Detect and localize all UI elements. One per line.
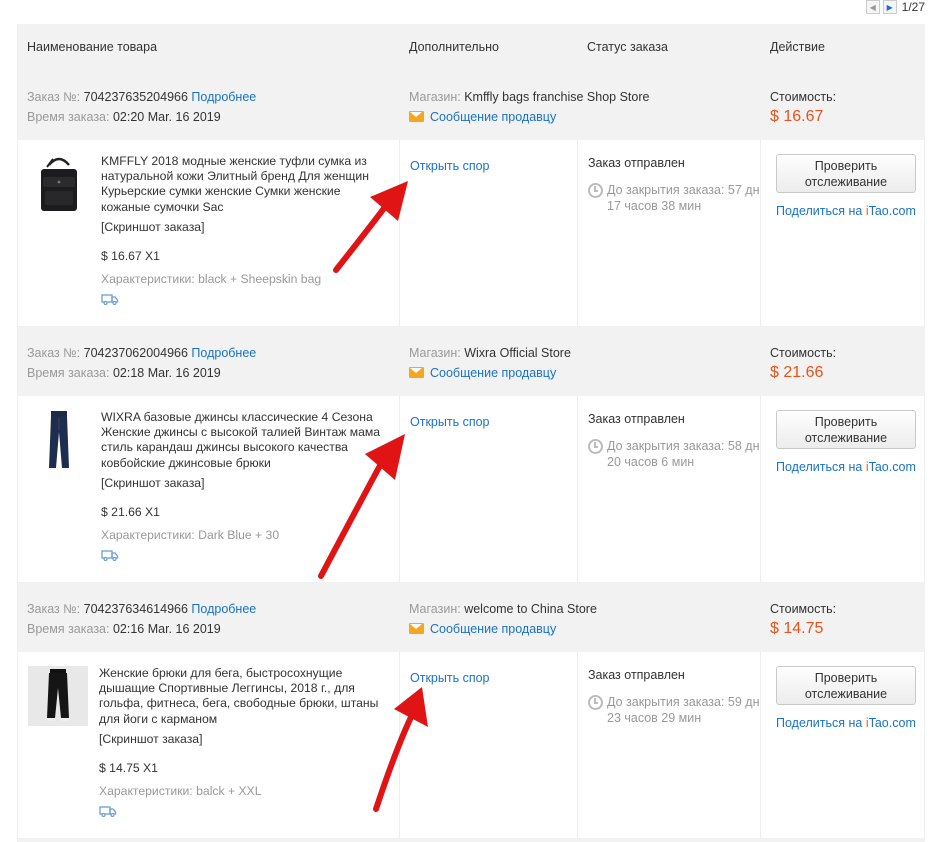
details-link[interactable]: Подробнее — [191, 602, 256, 616]
details-link[interactable]: Подробнее — [191, 90, 256, 104]
check-tracking-button[interactable]: Проверить отслеживание — [776, 154, 916, 193]
order-number: 704237634614966 — [83, 602, 188, 616]
screenshot-link[interactable]: [Скриншот заказа] — [101, 220, 386, 235]
order-time-label: Время заказа: — [27, 110, 110, 124]
store-label: Магазин: — [409, 346, 461, 360]
truck-icon — [101, 550, 119, 562]
order-header: Заказ №: 704237062004966 Подробнее Время… — [17, 326, 925, 396]
store-name: Wixra Official Store — [464, 346, 571, 360]
order-cost: $ 14.75 — [770, 620, 824, 637]
order-status: Заказ отправлен — [588, 156, 685, 170]
pagination: ◀ ▶ 1/27 — [865, 0, 925, 14]
track-line-1: Проверить — [814, 158, 878, 173]
column-status: Статус заказа — [587, 40, 668, 54]
product-image[interactable] — [28, 410, 90, 472]
product-chars: balck + XXL — [196, 784, 262, 799]
chars-label: Характеристики: — [101, 272, 195, 287]
track-line-2: отслеживание — [804, 174, 888, 189]
truck-icon — [101, 294, 119, 306]
order-time: 02:16 Mar. 16 2019 — [112, 622, 221, 636]
close-timer: До закрытия заказа: 58 дн 20 часов 6 мин — [607, 439, 760, 469]
chevron-right-icon[interactable]: ▶ — [882, 0, 897, 14]
order-body: WIXRA базовые джинсы классические 4 Сезо… — [17, 396, 925, 582]
order-number-label: Заказ №: — [27, 90, 81, 104]
order-cost: $ 16.67 — [770, 108, 824, 125]
cost-label: Стоимость: — [770, 602, 837, 616]
column-extra: Дополнительно — [409, 40, 499, 54]
close-timer: До закрытия заказа: 57 дн 17 часов 38 ми… — [607, 183, 760, 213]
product-image[interactable] — [28, 666, 88, 726]
screenshot-link[interactable]: [Скриншот заказа] — [99, 732, 384, 747]
store-name: Kmffly bags franchise Shop Store — [464, 90, 650, 104]
order-number: 704237062004966 — [83, 346, 188, 360]
order-card: Заказ №: 704237635204966 Подробнее Время… — [17, 70, 925, 326]
truck-icon — [99, 806, 117, 818]
product-qty: $ 16.67 X1 — [101, 249, 160, 264]
envelope-icon — [409, 367, 424, 378]
store-label: Магазин: — [409, 602, 461, 616]
product-qty: $ 21.66 X1 — [101, 505, 160, 520]
order-status: Заказ отправлен — [588, 412, 685, 426]
store-label: Магазин: — [409, 90, 461, 104]
store-name: welcome to China Store — [464, 602, 597, 616]
order-time: 02:18 Mar. 16 2019 — [112, 366, 221, 380]
product-title[interactable]: KMFFLY 2018 модные женские туфли сумка и… — [101, 154, 386, 215]
clock-icon — [588, 439, 603, 454]
order-body: KMFFLY 2018 модные женские туфли сумка и… — [17, 140, 925, 326]
clock-icon — [588, 183, 603, 198]
check-tracking-button[interactable]: Проверить отслеживание — [776, 666, 916, 705]
share-itao-link[interactable]: Поделиться на iTao.com — [776, 204, 924, 218]
chars-label: Характеристики: — [101, 528, 195, 543]
column-action: Действие — [770, 40, 825, 54]
order-status: Заказ отправлен — [588, 668, 685, 682]
screenshot-link[interactable]: [Скриншот заказа] — [101, 476, 386, 491]
envelope-icon — [409, 623, 424, 634]
order-time-label: Время заказа: — [27, 622, 110, 636]
product-qty: $ 14.75 X1 — [99, 761, 158, 776]
details-link[interactable]: Подробнее — [191, 346, 256, 360]
check-tracking-button[interactable]: Проверить отслеживание — [776, 410, 916, 449]
product-chars: Dark Blue + 30 — [198, 528, 280, 543]
cost-label: Стоимость: — [770, 346, 837, 360]
product-image[interactable] — [28, 154, 90, 216]
clock-icon — [588, 695, 603, 710]
track-line-1: Проверить — [814, 670, 878, 685]
track-line-2: отслеживание — [804, 686, 888, 701]
product-chars: black + Sheepskin bag — [198, 272, 322, 287]
order-card: Заказ №: 704237062004966 Подробнее Время… — [17, 326, 925, 582]
chevron-left-icon[interactable]: ◀ — [865, 0, 880, 14]
close-timer: До закрытия заказа: 59 дн 23 часов 29 ми… — [607, 695, 760, 725]
open-dispute-link[interactable]: Открыть спор — [410, 415, 490, 429]
next-order-strip — [17, 838, 925, 842]
order-time-label: Время заказа: — [27, 366, 110, 380]
orders-table: Наименование товара Дополнительно Статус… — [17, 24, 925, 842]
order-cost: $ 21.66 — [770, 364, 824, 381]
column-product: Наименование товара — [27, 40, 158, 54]
page-indicator: 1/27 — [901, 0, 925, 14]
open-dispute-link[interactable]: Открыть спор — [410, 159, 490, 173]
chars-label: Характеристики: — [99, 784, 193, 799]
cost-label: Стоимость: — [770, 90, 837, 104]
track-line-2: отслеживание — [804, 430, 888, 445]
track-line-1: Проверить — [814, 414, 878, 429]
order-card: Заказ №: 704237634614966 Подробнее Время… — [17, 582, 925, 838]
product-title[interactable]: WIXRA базовые джинсы классические 4 Сезо… — [101, 410, 386, 471]
message-seller-link[interactable]: Сообщение продавцу — [430, 366, 556, 380]
open-dispute-link[interactable]: Открыть спор — [410, 671, 490, 685]
order-number: 704237635204966 — [83, 90, 188, 104]
order-header: Заказ №: 704237635204966 Подробнее Время… — [17, 70, 925, 140]
share-itao-link[interactable]: Поделиться на iTao.com — [776, 460, 924, 474]
message-seller-link[interactable]: Сообщение продавцу — [430, 110, 556, 124]
order-time: 02:20 Mar. 16 2019 — [112, 110, 221, 124]
table-header: Наименование товара Дополнительно Статус… — [17, 24, 925, 70]
product-title[interactable]: Женские брюки для бега, быстросохнущие д… — [99, 666, 384, 727]
share-itao-link[interactable]: Поделиться на iTao.com — [776, 716, 924, 730]
order-body: Женские брюки для бега, быстросохнущие д… — [17, 652, 925, 838]
order-number-label: Заказ №: — [27, 346, 81, 360]
order-number-label: Заказ №: — [27, 602, 81, 616]
message-seller-link[interactable]: Сообщение продавцу — [430, 622, 556, 636]
envelope-icon — [409, 111, 424, 122]
order-header: Заказ №: 704237634614966 Подробнее Время… — [17, 582, 925, 652]
